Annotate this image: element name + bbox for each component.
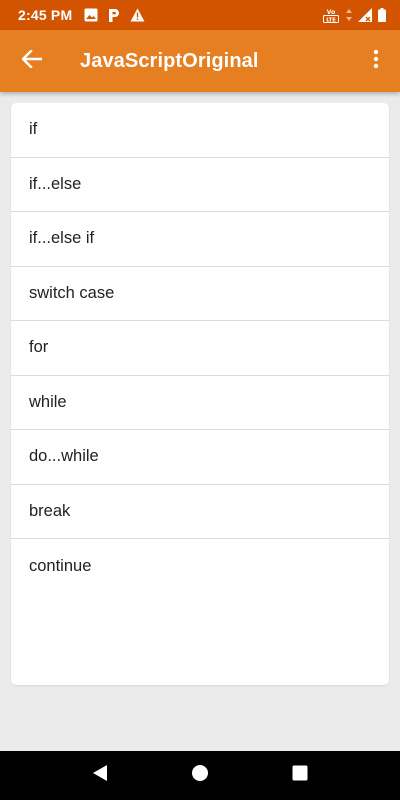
list-item[interactable]: break	[11, 485, 389, 539]
status-notification-icons	[84, 8, 145, 23]
more-vertical-icon	[373, 49, 379, 74]
status-bar: 2:45 PM Vo LTE	[0, 0, 400, 30]
navigation-bar	[0, 751, 400, 800]
arrow-left-icon	[21, 48, 43, 73]
nav-recents-button[interactable]	[250, 751, 350, 800]
home-circle-icon	[191, 764, 209, 787]
list-item[interactable]: if...else	[11, 158, 389, 212]
parking-icon	[107, 8, 121, 23]
warning-icon	[130, 8, 145, 22]
list-item[interactable]: for	[11, 321, 389, 376]
list-item[interactable]: if...else if	[11, 212, 389, 267]
battery-icon	[378, 8, 386, 22]
overflow-menu-button[interactable]	[352, 30, 400, 92]
nav-home-button[interactable]	[150, 751, 250, 800]
list-item[interactable]: while	[11, 376, 389, 430]
list-item[interactable]: if	[11, 103, 389, 158]
list-item[interactable]: do...while	[11, 430, 389, 485]
app-bar: JavaScriptOriginal	[0, 30, 400, 92]
svg-text:LTE: LTE	[326, 17, 336, 23]
list-item[interactable]: continue	[11, 539, 389, 594]
svg-text:Vo: Vo	[327, 9, 335, 16]
recents-square-icon	[292, 765, 308, 786]
signal-icon	[358, 8, 372, 22]
page-title: JavaScriptOriginal	[80, 49, 259, 72]
status-time: 2:45 PM	[18, 7, 73, 23]
nav-back-button[interactable]	[50, 751, 150, 800]
list-item[interactable]: switch case	[11, 267, 389, 321]
back-button[interactable]	[2, 30, 62, 92]
volte-icon: Vo LTE	[322, 6, 340, 24]
data-arrows-icon	[346, 9, 352, 21]
topic-list: if if...else if...else if switch case fo…	[11, 103, 389, 685]
back-triangle-icon	[92, 764, 108, 787]
image-icon	[84, 8, 98, 22]
status-system-icons: Vo LTE	[322, 6, 386, 24]
